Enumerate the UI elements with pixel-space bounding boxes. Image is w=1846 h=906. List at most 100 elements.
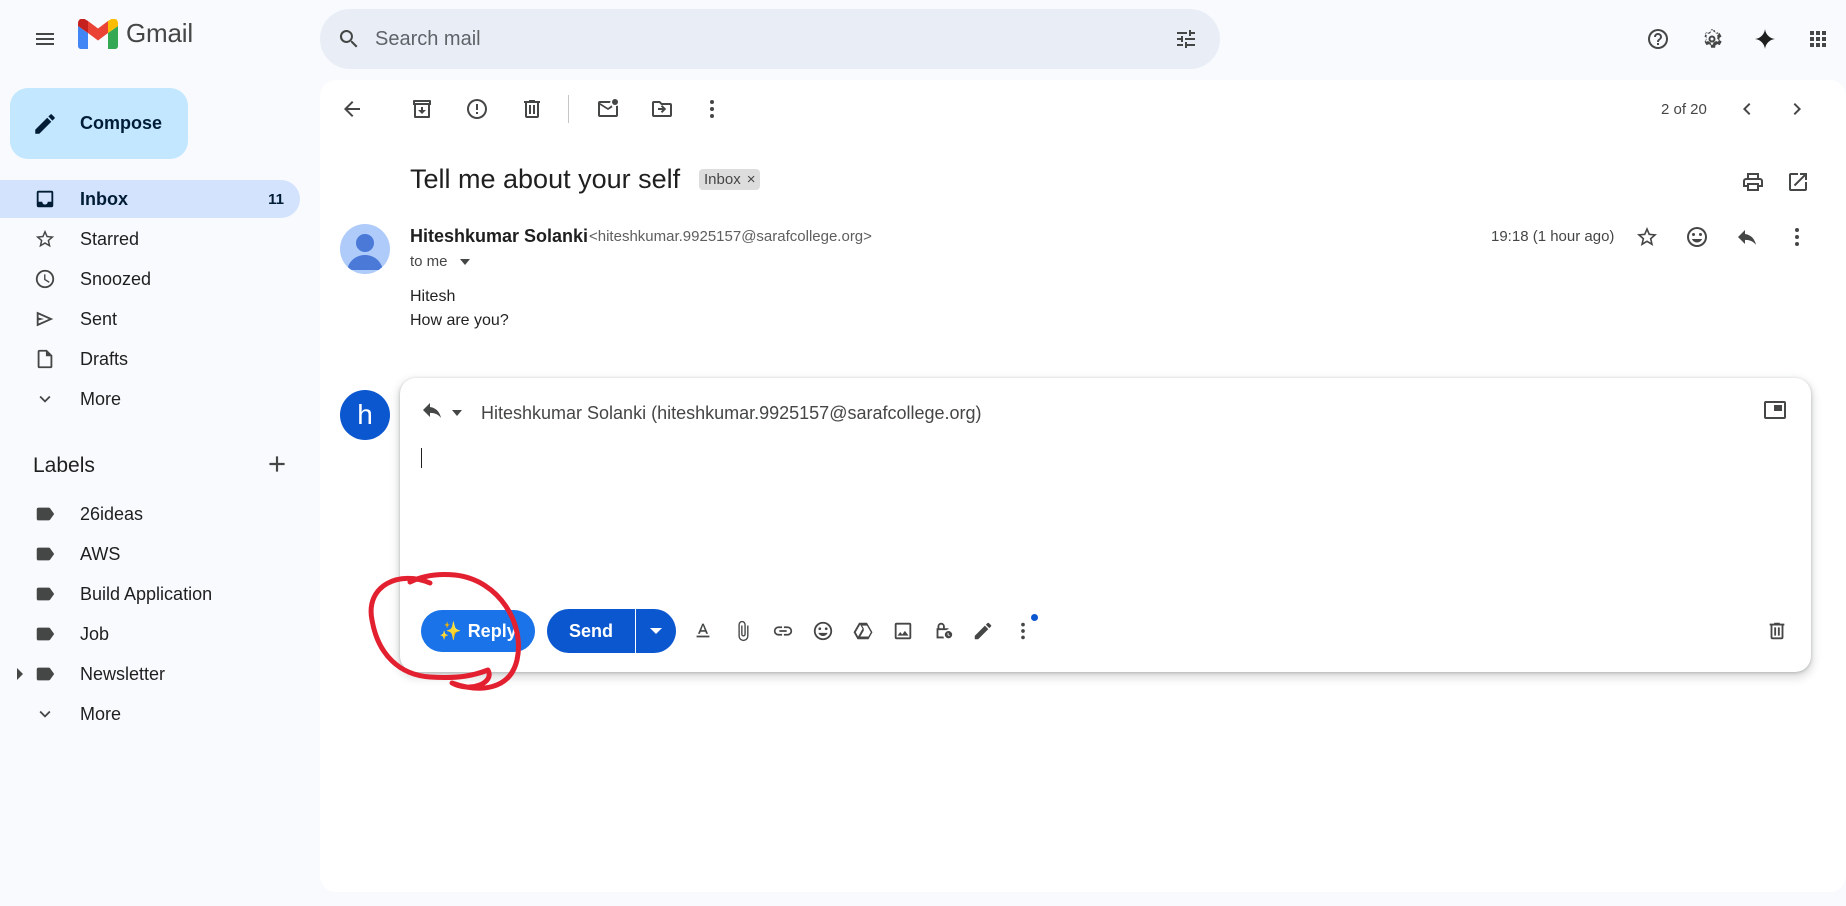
message-more-button[interactable] bbox=[1777, 217, 1817, 257]
compose-button[interactable]: Compose bbox=[10, 88, 188, 159]
report-spam-button[interactable] bbox=[457, 89, 497, 129]
search-bar[interactable] bbox=[320, 9, 1220, 69]
apps-button[interactable] bbox=[1798, 19, 1838, 59]
search-icon[interactable] bbox=[337, 27, 361, 51]
trash-icon bbox=[1769, 622, 1785, 640]
print-button[interactable] bbox=[1733, 162, 1773, 202]
open-new-window-button[interactable] bbox=[1778, 162, 1818, 202]
sidebar-item-more[interactable]: More bbox=[0, 380, 300, 418]
settings-button[interactable] bbox=[1692, 19, 1732, 59]
label-item-aws[interactable]: AWS bbox=[0, 535, 300, 573]
paperclip-icon bbox=[738, 620, 749, 642]
sidebar-item-drafts[interactable]: Drafts bbox=[0, 340, 300, 378]
person-icon bbox=[347, 234, 383, 270]
label-item-newsletter[interactable]: Newsletter bbox=[0, 655, 300, 693]
email-subject: Tell me about your self bbox=[410, 164, 681, 194]
label-name: Job bbox=[80, 623, 110, 644]
reply-button[interactable] bbox=[1727, 217, 1767, 257]
newer-button[interactable] bbox=[1727, 89, 1767, 129]
gemini-sparkle-icon bbox=[1755, 29, 1775, 49]
app-name: Gmail bbox=[126, 18, 193, 48]
reply-recipient[interactable]: Hiteshkumar Solanki (hiteshkumar.9925157… bbox=[481, 403, 982, 424]
insert-photo-button[interactable] bbox=[883, 611, 923, 651]
text-format-icon bbox=[696, 623, 710, 638]
trash-icon bbox=[524, 100, 540, 118]
back-button[interactable] bbox=[332, 89, 372, 129]
gmail-logo[interactable]: Gmail bbox=[78, 18, 193, 49]
insert-drive-button[interactable] bbox=[843, 611, 883, 651]
label-name: More bbox=[80, 703, 122, 724]
chevron-left-icon bbox=[1743, 103, 1751, 115]
ai-reply-button[interactable]: ✨ Reply bbox=[421, 610, 535, 652]
help-icon bbox=[1648, 29, 1668, 49]
user-avatar[interactable]: h bbox=[340, 390, 390, 440]
search-input[interactable] bbox=[375, 27, 1135, 51]
caret-down-icon bbox=[650, 628, 662, 634]
older-button[interactable] bbox=[1777, 89, 1817, 129]
labels-heading: Labels bbox=[33, 454, 95, 477]
star-button[interactable] bbox=[1627, 217, 1667, 257]
discard-draft-button[interactable] bbox=[1757, 611, 1797, 651]
sidebar-item-sent[interactable]: Sent bbox=[0, 300, 300, 338]
gemini-button[interactable] bbox=[1745, 19, 1785, 59]
expand-arrow-icon[interactable] bbox=[17, 668, 23, 680]
label-icon bbox=[36, 587, 55, 601]
inbox-label-chip[interactable]: Inbox × bbox=[699, 169, 761, 190]
formatting-options-button[interactable] bbox=[683, 611, 723, 651]
star-icon bbox=[35, 229, 55, 248]
label-icon bbox=[36, 507, 55, 521]
insert-emoji-button[interactable] bbox=[803, 611, 843, 651]
reply-type-caret-icon[interactable] bbox=[452, 410, 462, 416]
main-menu-button[interactable] bbox=[25, 19, 65, 59]
folder-move-icon bbox=[652, 101, 672, 117]
delete-button[interactable] bbox=[512, 89, 552, 129]
reply-body-input[interactable] bbox=[418, 444, 1778, 564]
chip-remove-icon[interactable]: × bbox=[747, 171, 756, 188]
unread-count: 11 bbox=[268, 190, 284, 208]
recipient-details-toggle[interactable]: to me bbox=[410, 253, 470, 270]
reply-icon bbox=[423, 403, 441, 418]
more-actions-button[interactable] bbox=[692, 89, 732, 129]
help-button[interactable] bbox=[1638, 19, 1678, 59]
archive-button[interactable] bbox=[402, 89, 442, 129]
emoji-icon bbox=[1687, 227, 1707, 247]
chevron-right-icon bbox=[1793, 103, 1801, 115]
label-name: Build Application bbox=[80, 583, 213, 604]
toolbar-divider bbox=[568, 95, 569, 123]
recipient-line: to me bbox=[410, 253, 448, 270]
plus-icon[interactable] bbox=[264, 451, 290, 477]
send-button[interactable]: Send bbox=[547, 609, 635, 653]
move-to-button[interactable] bbox=[642, 89, 682, 129]
caret-down-icon bbox=[459, 258, 470, 265]
sidebar-item-snoozed[interactable]: Snoozed bbox=[0, 260, 300, 298]
sidebar-item-label: More bbox=[80, 388, 122, 409]
image-icon bbox=[894, 622, 912, 640]
email-body-line: How are you? bbox=[410, 312, 509, 329]
ai-reply-label: Reply bbox=[467, 620, 517, 641]
clock-icon bbox=[35, 269, 55, 289]
search-filter-icon[interactable] bbox=[1173, 27, 1199, 51]
sidebar-item-inbox[interactable]: Inbox 11 bbox=[0, 180, 300, 218]
reply-type-button[interactable] bbox=[414, 392, 450, 428]
label-item-26ideas[interactable]: 26ideas bbox=[0, 495, 300, 533]
emoji-icon bbox=[813, 621, 833, 641]
sender-name[interactable]: Hiteshkumar Solanki bbox=[410, 226, 588, 247]
sidebar-item-label: Snoozed bbox=[80, 268, 152, 289]
mark-unread-button[interactable] bbox=[588, 89, 628, 129]
labels-more[interactable]: More bbox=[0, 695, 300, 733]
chevron-down-icon bbox=[39, 710, 51, 718]
label-item-build-application[interactable]: Build Application bbox=[0, 575, 300, 613]
sender-avatar[interactable] bbox=[340, 224, 390, 274]
pop-out-reply-button[interactable] bbox=[1757, 392, 1793, 428]
link-icon bbox=[773, 626, 793, 636]
pop-out-icon bbox=[1764, 401, 1786, 419]
insert-signature-button[interactable] bbox=[963, 611, 1003, 651]
confidential-mode-button[interactable] bbox=[923, 611, 963, 651]
hamburger-menu-icon bbox=[36, 33, 54, 45]
insert-link-button[interactable] bbox=[763, 611, 803, 651]
label-item-job[interactable]: Job bbox=[0, 615, 300, 653]
sidebar-item-label: Starred bbox=[80, 228, 140, 249]
emoji-reaction-button[interactable] bbox=[1677, 217, 1717, 257]
sidebar-item-starred[interactable]: Starred bbox=[0, 220, 300, 258]
attach-files-button[interactable] bbox=[723, 611, 763, 651]
